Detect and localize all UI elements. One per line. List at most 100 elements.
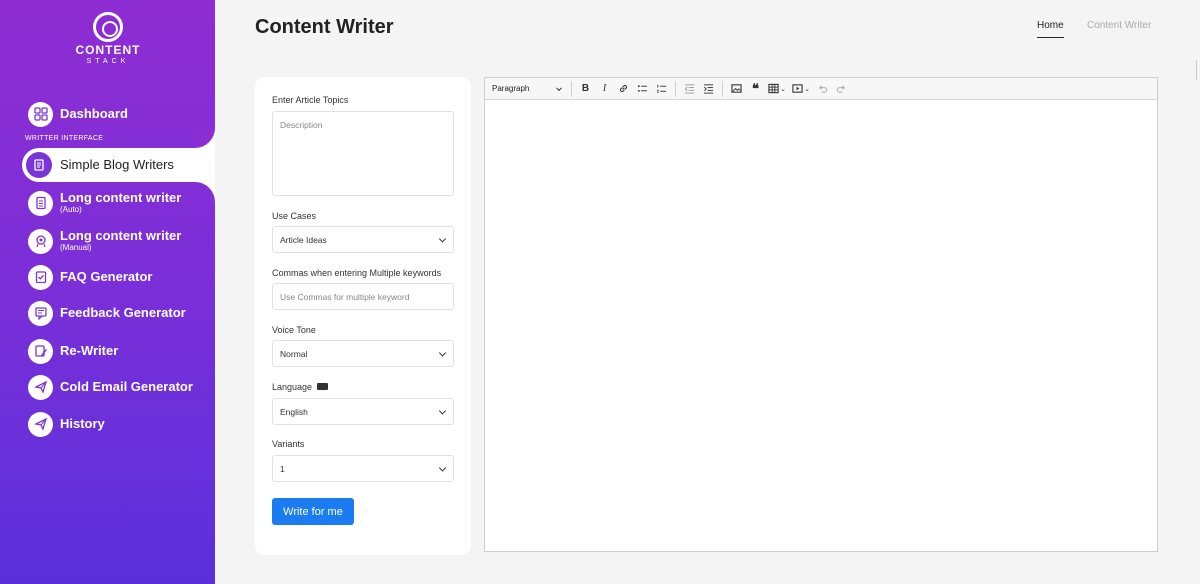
undo-button[interactable] — [813, 80, 832, 98]
insert-image-button[interactable] — [727, 80, 746, 98]
toolbar-divider — [675, 80, 676, 97]
sidebar-item-long-content-auto[interactable]: Long content writer (Auto) — [28, 190, 181, 216]
table-icon — [768, 83, 779, 94]
chevron-down-icon: ⌄ — [804, 85, 810, 93]
sidebar-item-simple-blog-writers[interactable]: Simple Blog Writers — [22, 148, 215, 182]
language-icon — [316, 383, 328, 391]
sidebar-item-sublabel: (Auto) — [60, 205, 82, 214]
redo-icon — [836, 85, 845, 93]
sidebar-item-label: Cold Email Generator — [60, 379, 193, 394]
rewrite-icon — [28, 338, 53, 364]
undo-icon — [819, 85, 828, 93]
chevron-down-icon — [438, 463, 447, 472]
use-cases-value: Article Ideas — [280, 234, 327, 245]
write-for-me-button[interactable]: Write for me — [272, 498, 354, 525]
editor-content-area[interactable] — [485, 100, 1157, 551]
brand-logo[interactable]: CONTENT STACK — [70, 12, 146, 66]
keywords-input[interactable]: Use Commas for multiple keyword — [272, 283, 454, 310]
keywords-label: Commas when entering Multiple keywords — [272, 268, 442, 278]
sidebar-item-label: Long content writer — [60, 190, 182, 205]
dashboard-icon — [28, 101, 53, 127]
sidebar-item-text: Long content writer (Auto) — [60, 191, 181, 215]
chevron-down-icon — [438, 234, 447, 243]
language-label-wrap: Language — [272, 382, 328, 392]
use-cases-select[interactable]: Article Ideas — [272, 226, 454, 253]
brand-line1: CONTENT — [75, 43, 141, 57]
editor-toolbar: Paragraph B I ❝ ⌄ ⌄ — [485, 78, 1157, 100]
sidebar-item-dashboard[interactable]: Dashboard — [28, 101, 128, 127]
page-title: Content Writer — [255, 16, 394, 38]
chevron-down-icon — [556, 84, 562, 91]
section-label: WRITTER INTERFACE — [25, 135, 104, 142]
logo-mark-icon — [93, 12, 123, 42]
numbered-list-button[interactable] — [652, 80, 671, 98]
active-curve-top — [195, 128, 215, 148]
blog-icon — [26, 152, 52, 178]
bulleted-list-icon — [637, 85, 648, 92]
breadcrumb-current: Content Writer — [1087, 20, 1152, 31]
sidebar-item-re-writer[interactable]: Re-Writer — [28, 338, 118, 364]
variants-select[interactable]: 1 — [272, 455, 454, 482]
bulleted-list-button[interactable] — [633, 80, 652, 98]
active-curve-bottom — [195, 182, 215, 202]
indent-button[interactable] — [699, 80, 718, 98]
language-label: Language — [272, 382, 313, 392]
writer-form-card: Enter Article Topics Description Use Cas… — [255, 77, 471, 555]
image-icon — [731, 84, 742, 93]
chevron-down-icon — [438, 406, 447, 415]
toolbar-divider — [722, 80, 723, 97]
sidebar-item-cold-email-generator[interactable]: Cold Email Generator — [28, 374, 193, 400]
breadcrumb-home-link[interactable]: Home — [1037, 20, 1064, 38]
block-format-select[interactable]: Paragraph — [489, 80, 567, 98]
sidebar: CONTENT STACK Dashboard WRITTER INTERFAC… — [0, 0, 215, 584]
use-cases-label: Use Cases — [272, 211, 317, 221]
topics-textarea[interactable]: Description — [272, 111, 454, 196]
blockquote-button[interactable]: ❝ — [746, 80, 765, 98]
link-icon — [619, 84, 628, 93]
scrollbar[interactable] — [1196, 60, 1197, 80]
sidebar-item-history[interactable]: History — [28, 411, 105, 437]
sidebar-item-sublabel: (Manual) — [60, 243, 92, 252]
brand-line2: STACK — [86, 58, 130, 65]
language-select[interactable]: English — [272, 398, 454, 425]
italic-button[interactable]: I — [595, 80, 614, 98]
chevron-down-icon: ⌄ — [780, 85, 786, 93]
sidebar-item-label: Dashboard — [60, 106, 128, 121]
rich-text-editor: Paragraph B I ❝ ⌄ ⌄ — [484, 77, 1158, 552]
redo-button[interactable] — [832, 80, 851, 98]
sidebar-item-text: Long content writer (Manual) — [60, 229, 181, 253]
sidebar-item-label: History — [60, 416, 105, 431]
outdent-icon — [684, 84, 695, 94]
chevron-down-icon — [438, 348, 447, 357]
voice-tone-value: Normal — [280, 348, 308, 359]
indent-icon — [703, 84, 714, 94]
topics-label: Enter Article Topics — [272, 95, 349, 105]
feedback-icon — [28, 300, 53, 326]
manual-icon — [28, 228, 53, 254]
variants-label: Variants — [272, 439, 305, 449]
voice-tone-label: Voice Tone — [272, 325, 316, 335]
outdent-button[interactable] — [680, 80, 699, 98]
insert-table-button[interactable]: ⌄ — [765, 80, 789, 98]
sidebar-item-feedback-generator[interactable]: Feedback Generator — [28, 300, 186, 326]
variants-value: 1 — [280, 463, 285, 474]
voice-tone-select[interactable]: Normal — [272, 340, 454, 367]
bold-button[interactable]: B — [576, 80, 595, 98]
sidebar-item-label: Re-Writer — [60, 343, 119, 358]
media-icon — [792, 84, 803, 93]
sidebar-item-faq-generator[interactable]: FAQ Generator — [28, 264, 152, 290]
block-format-value: Paragraph — [492, 84, 530, 93]
sidebar-item-long-content-manual[interactable]: Long content writer (Manual) — [28, 228, 181, 254]
toolbar-divider — [571, 80, 572, 97]
sidebar-item-label: Long content writer — [60, 228, 182, 243]
language-value: English — [280, 406, 308, 417]
numbered-list-icon — [656, 84, 667, 93]
document-icon — [28, 190, 53, 216]
email-icon — [28, 374, 53, 400]
sidebar-item-label: Feedback Generator — [60, 305, 186, 320]
link-button[interactable] — [614, 80, 633, 98]
sidebar-item-label: Simple Blog Writers — [60, 157, 174, 172]
history-icon — [28, 411, 53, 437]
insert-media-button[interactable]: ⌄ — [789, 80, 813, 98]
faq-icon — [28, 264, 53, 290]
